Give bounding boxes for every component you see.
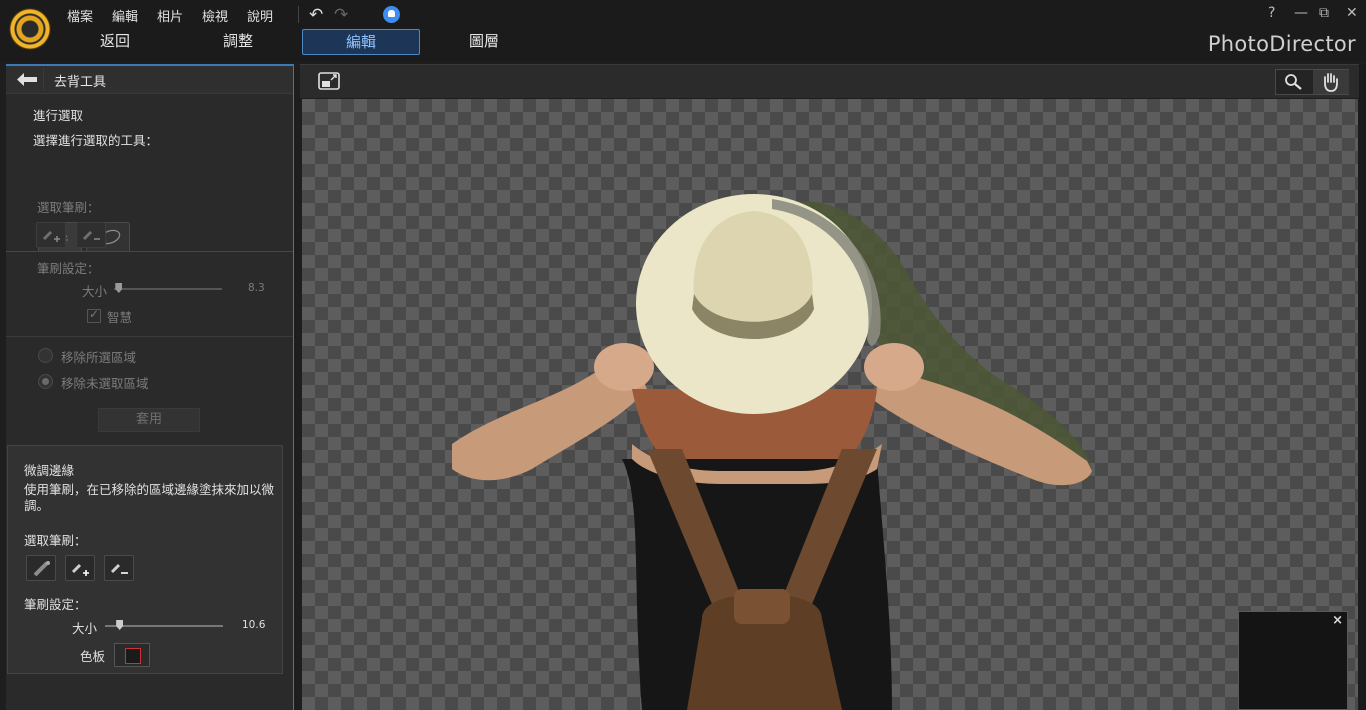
refine-description: 使用筆刷，在已移除的區域邊緣塗抹來加以微調。 (24, 482, 275, 513)
fit-to-window-icon[interactable] (318, 72, 340, 90)
refine-subtract-button[interactable] (104, 555, 134, 581)
palette-color-swatch[interactable] (114, 643, 150, 667)
menu-bar: 檔案 編輯 相片 檢視 說明 ↶ ↷ ? — ⧉ ✕ (0, 0, 1366, 28)
panel-title: 去背工具 (54, 75, 107, 90)
close-icon[interactable]: ✕ (1346, 5, 1358, 21)
subtract-brush-button[interactable] (76, 222, 106, 248)
cutout-tool-panel: 去背工具 進行選取 選擇進行選取的工具： 選取筆刷： 筆刷設定： 大小 8.3 … (6, 64, 294, 710)
select-tool-prompt: 選擇進行選取的工具： (33, 133, 159, 148)
navigator-close-icon[interactable]: × (1332, 613, 1343, 628)
tab-adjust[interactable]: 調整 (179, 29, 297, 55)
photo-canvas[interactable] (302, 99, 1358, 710)
tool-tab-baseline (6, 251, 293, 252)
brush-plus-icon (42, 230, 60, 242)
size-value: 8.3 (248, 282, 265, 294)
menu-edit[interactable]: 編輯 (112, 6, 138, 25)
arrow-left-icon (17, 73, 37, 86)
brush-label: 選取筆刷： (37, 200, 100, 215)
size-slider-thumb[interactable] (115, 283, 123, 293)
canvas-toolbar (300, 64, 1360, 98)
brand-name: PhotoDirector (1207, 32, 1356, 56)
menu-view[interactable]: 檢視 (202, 6, 228, 25)
refine-brush-button[interactable] (26, 555, 56, 581)
size-label: 大小 (82, 284, 108, 299)
menu-photo[interactable]: 相片 (157, 6, 183, 25)
refine-brush-settings: 筆刷設定： (24, 597, 87, 612)
minimize-icon[interactable]: — (1294, 5, 1308, 21)
refine-size-slider-thumb[interactable] (116, 620, 124, 630)
restore-icon[interactable]: ⧉ (1319, 5, 1329, 21)
add-brush-button[interactable] (36, 222, 66, 248)
brush-minus-icon (82, 230, 100, 241)
app-logo-icon[interactable] (10, 9, 50, 49)
notification-bell-icon[interactable] (383, 6, 400, 23)
back-button[interactable] (10, 68, 44, 91)
refine-size-label: 大小 (72, 621, 98, 636)
refine-size-value: 10.6 (242, 619, 266, 631)
view-tool-group (1275, 69, 1349, 95)
brush-plus-icon (71, 563, 89, 576)
menu-file[interactable]: 檔案 (67, 6, 93, 25)
remove-unselected-radio[interactable] (38, 374, 53, 389)
menu-separator (298, 6, 299, 23)
smart-label: 智慧 (107, 310, 133, 325)
smart-checkbox[interactable] (87, 307, 101, 323)
tab-layers[interactable]: 圖層 (425, 29, 543, 55)
refine-edge-box: 微調邊緣 使用筆刷，在已移除的區域邊緣塗抹來加以微調。 選取筆刷： 筆刷設定： … (7, 445, 283, 674)
apply-button[interactable]: 套用 (98, 408, 200, 432)
cutout-photo (452, 194, 1092, 710)
tab-back[interactable]: 返回 (56, 29, 174, 55)
mode-tab-row: 返回 調整 編輯 圖層 PhotoDirector (0, 28, 1366, 62)
menu-help[interactable]: 說明 (247, 6, 273, 25)
help-icon[interactable]: ? (1268, 5, 1275, 21)
brush-icon (33, 561, 50, 577)
tab-edit[interactable]: 編輯 (302, 29, 420, 55)
select-heading: 進行選取 (33, 108, 84, 123)
zoom-icon[interactable] (1276, 70, 1312, 94)
refine-brush-label: 選取筆刷： (24, 533, 87, 548)
right-edge-strip (1359, 64, 1366, 710)
section-divider (6, 336, 293, 337)
remove-selected-radio[interactable] (38, 348, 53, 363)
redo-icon[interactable]: ↷ (334, 5, 348, 25)
brush-settings-label: 筆刷設定： (37, 261, 100, 276)
refine-title: 微調邊緣 (24, 463, 75, 478)
navigator-thumbnail[interactable]: × (1238, 611, 1348, 710)
size-slider[interactable] (114, 288, 222, 290)
remove-unselected-label: 移除未選取區域 (61, 376, 149, 391)
remove-selected-label: 移除所選區域 (61, 350, 137, 365)
brush-minus-icon (110, 563, 128, 574)
refine-add-button[interactable] (65, 555, 95, 581)
undo-icon[interactable]: ↶ (309, 5, 323, 25)
palette-label: 色板 (80, 649, 106, 664)
hand-icon[interactable] (1313, 70, 1349, 94)
panel-header: 去背工具 (6, 66, 293, 94)
